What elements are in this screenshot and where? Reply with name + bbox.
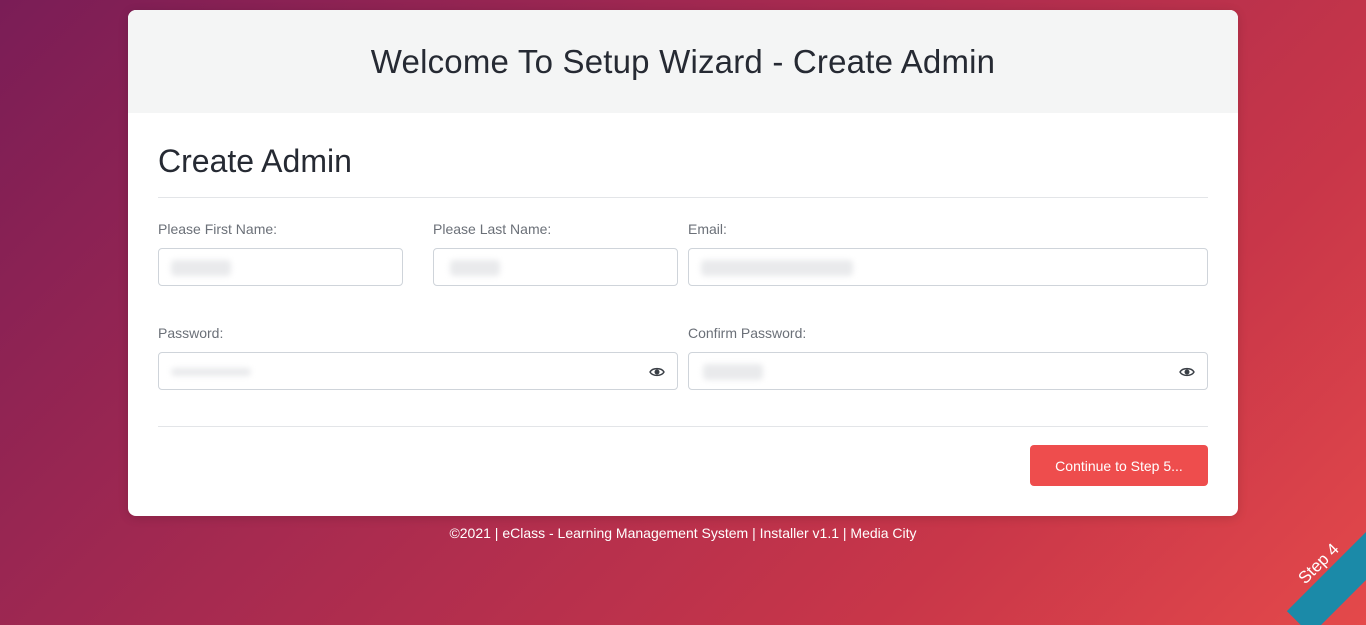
last-name-value [450, 260, 500, 276]
password-label: Password: [158, 325, 224, 341]
confirm-password-value [703, 364, 763, 380]
email-value [701, 260, 853, 276]
step-ribbon: Step 4 [1226, 490, 1366, 625]
divider-top [158, 197, 1208, 198]
footer-text: ©2021 | eClass - Learning Management Sys… [449, 525, 917, 541]
first-name-label: Please First Name: [158, 221, 278, 237]
email-input[interactable] [688, 248, 1208, 286]
eye-icon[interactable] [1179, 365, 1195, 379]
password-value [171, 368, 251, 376]
section-title: Create Admin [158, 143, 352, 179]
divider-bottom [158, 426, 1208, 427]
email-label: Email: [688, 221, 727, 237]
password-input[interactable] [158, 352, 678, 390]
first-name-input[interactable] [158, 248, 403, 286]
page-title: Welcome To Setup Wizard - Create Admin [370, 42, 996, 80]
confirm-password-input[interactable] [688, 352, 1208, 390]
last-name-label: Please Last Name: [433, 221, 552, 237]
first-name-value [171, 260, 231, 276]
eye-icon[interactable] [649, 365, 665, 379]
setup-card: Welcome To Setup Wizard - Create Admin C… [128, 10, 1238, 516]
card-header: Welcome To Setup Wizard - Create Admin [128, 10, 1238, 113]
last-name-input[interactable] [433, 248, 678, 286]
continue-button[interactable]: Continue to Step 5... [1030, 445, 1208, 486]
confirm-password-label: Confirm Password: [688, 325, 807, 341]
